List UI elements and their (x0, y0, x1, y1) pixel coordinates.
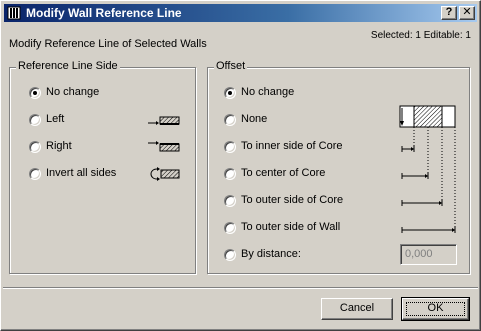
distance-input[interactable]: 0,000 (400, 244, 457, 265)
selection-info: Selected: 1 Editable: 1 (370, 30, 471, 41)
radio-button[interactable] (224, 222, 236, 234)
radio-button[interactable] (224, 87, 236, 99)
window-title: Modify Wall Reference Line (26, 6, 182, 20)
reference-line-side-group: Reference Line Side No change Left Right (9, 60, 196, 274)
radio-label: Left (46, 113, 65, 125)
radio-button[interactable] (29, 168, 41, 180)
group-label-reference-line-side: Reference Line Side (16, 60, 120, 72)
radio-offset-no-change[interactable]: No change (224, 86, 394, 101)
radio-offset-inner-core[interactable]: To inner side of Core (224, 140, 394, 155)
radio-offset-center-core[interactable]: To center of Core (224, 167, 394, 182)
cancel-button[interactable]: Cancel (321, 298, 393, 320)
divider (3, 287, 478, 289)
ref-right-icon (148, 141, 180, 152)
radio-label: To outer side of Core (241, 194, 344, 206)
title-bar[interactable]: Modify Wall Reference Line ? ✕ (4, 4, 477, 22)
radio-label: None (241, 113, 268, 125)
radio-label: No change (241, 86, 295, 98)
radio-label: Invert all sides (46, 167, 117, 179)
radio-label: Right (46, 140, 72, 152)
radio-label: To inner side of Core (241, 140, 343, 152)
radio-button[interactable] (224, 114, 236, 126)
dialog-window: Modify Wall Reference Line ? ✕ Modify Re… (0, 0, 481, 331)
close-button[interactable]: ✕ (459, 6, 475, 20)
wall-section-icon (399, 105, 456, 233)
radio-button[interactable] (29, 114, 41, 126)
radio-button[interactable] (29, 141, 41, 153)
radio-label: To center of Core (241, 167, 326, 179)
invert-sides-icon (150, 167, 180, 181)
radio-offset-none[interactable]: None (224, 113, 394, 128)
radio-label: To outer side of Wall (241, 221, 341, 233)
dialog-subtitle: Modify Reference Line of Selected Walls (9, 38, 207, 50)
radio-label: No change (46, 86, 100, 98)
radio-offset-by-distance[interactable]: By distance: (224, 248, 394, 263)
group-label-offset: Offset (214, 60, 248, 72)
ok-button-label: OK (427, 302, 444, 314)
radio-button[interactable] (224, 168, 236, 180)
offset-group: Offset No change None To inner side of C… (207, 60, 470, 274)
ok-button[interactable]: OK (401, 297, 470, 321)
ref-left-icon (148, 116, 180, 125)
radio-ref-no-change[interactable]: No change (29, 86, 179, 101)
radio-button[interactable] (224, 195, 236, 207)
radio-label: By distance: (241, 248, 301, 260)
help-button[interactable]: ? (441, 6, 457, 20)
app-icon (7, 6, 21, 20)
radio-button[interactable] (224, 249, 236, 261)
radio-offset-outer-core[interactable]: To outer side of Core (224, 194, 394, 209)
radio-button[interactable] (224, 141, 236, 153)
radio-button[interactable] (29, 87, 41, 99)
radio-offset-outer-wall[interactable]: To outer side of Wall (224, 221, 394, 236)
